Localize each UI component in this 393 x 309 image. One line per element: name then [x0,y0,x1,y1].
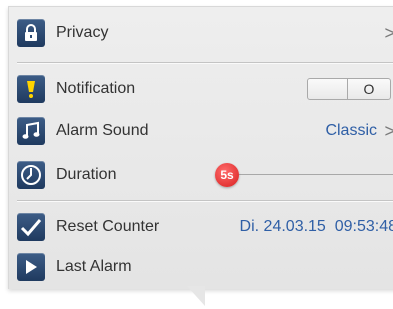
privacy-row[interactable]: Privacy > [17,13,393,53]
reset-counter-row[interactable]: Reset Counter Di. 24.03.15 09:53:48 [17,207,393,247]
reset-counter-timestamp: Di. 24.03.15 09:53:48 [239,218,393,235]
last-alarm-row[interactable]: Last Alarm [17,247,393,287]
chevron-right-icon[interactable]: > [384,23,393,44]
divider [17,62,393,63]
alarm-sound-value[interactable]: Classic [325,122,377,140]
duration-row: Duration 5s [17,155,393,195]
chevron-right-icon[interactable]: > [384,121,393,142]
alarm-sound-label: Alarm Sound [56,122,149,139]
toggle-off-label: O [347,79,390,99]
duration-label: Duration [56,166,117,183]
popover-pointer [187,286,205,306]
exclamation-icon [17,75,45,103]
reset-counter-label: Reset Counter [56,218,160,235]
alarm-sound-row[interactable]: Alarm Sound Classic > [17,111,393,151]
notification-toggle[interactable]: O [307,78,391,100]
last-alarm-label: Last Alarm [56,258,132,275]
notification-label: Notification [56,80,136,97]
checkmark-icon [17,213,45,241]
clock-icon [17,161,45,189]
notification-row: Notification O [17,69,393,109]
duration-slider-track[interactable] [223,174,393,175]
play-icon [17,253,45,281]
music-note-icon [17,117,45,145]
lock-icon [17,19,45,47]
settings-popover: Privacy > Notification O Alarm Sound Cla… [8,6,393,289]
privacy-label: Privacy [56,24,109,41]
duration-slider-knob[interactable]: 5s [215,163,239,187]
divider [17,200,393,201]
